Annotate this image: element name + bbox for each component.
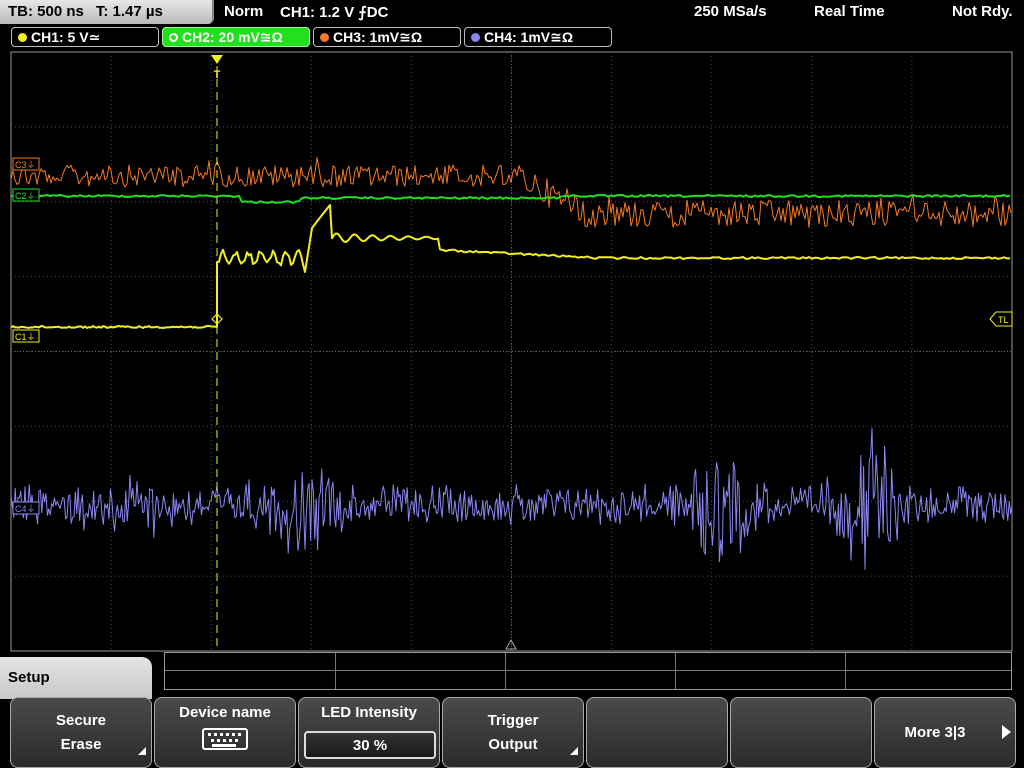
graticule [11,52,1012,651]
timebase-label: TB: 500 ns [8,3,84,20]
ch1-label: CH1: 5 V≃ [31,29,101,45]
led-intensity-button[interactable]: LED Intensity 30 % [298,697,440,768]
ch2-label: CH2: 20 mV≅Ω [182,29,283,45]
trigger-pos-label: T [214,69,221,81]
next-page-arrow-icon [1002,725,1011,739]
strip-cell-divider [675,653,676,689]
secure-erase-button[interactable]: Secure Erase [10,697,152,768]
ch2-color-dot [169,33,178,42]
ch3-label: CH3: 1mV≅Ω [333,29,423,45]
c4-marker-label: C4⏚ [15,504,36,514]
trigger-state: Not Rdy. [952,3,1013,20]
c3-marker-label: C3⏚ [15,160,36,170]
trigger-level-marker[interactable]: TL [989,311,1013,327]
device-name-button[interactable]: Device name [154,697,296,768]
ch2-trace [10,194,1011,204]
c4-ground-marker[interactable]: C4⏚ [12,501,40,515]
c1-marker-label: C1⏚ [15,332,36,342]
softkey-label-line2: Erase [60,736,102,753]
c1-ground-marker[interactable]: C1⏚ [12,329,40,343]
trigger-level-label: TL [998,315,1009,325]
ch1-trace [10,204,1010,329]
keyboard-icon [202,728,248,750]
empty-softkey-5[interactable] [586,697,728,768]
strip-divider [165,670,1011,671]
ch1-color-dot [18,33,27,42]
strip-cell-divider [335,653,336,689]
waveform-display[interactable]: T C3⏚ C2⏚ C1⏚ C4⏚ TL [0,48,1024,652]
trigger-arrow-icon [211,55,223,64]
c3-ground-marker[interactable]: C3⏚ [12,157,40,171]
acquisition-type: Real Time [814,3,885,20]
channel-tab-ch4[interactable]: CH4: 1mV≅Ω [464,27,612,47]
led-intensity-value: 30 % [352,737,388,754]
softkey-label-line2: Output [488,736,538,753]
trigger-time-label: T: 1.47 µs [95,3,163,20]
trigger-setting[interactable]: CH1: 1.2 V ⨍DC [280,3,388,21]
softkey-label: Device name [179,704,271,721]
acquisition-mode[interactable]: Norm [224,3,263,20]
softkey-label: Secure [55,712,107,729]
sample-rate: 250 MSa/s [694,3,767,20]
channel-tab-ch3[interactable]: CH3: 1mV≅Ω [313,27,461,47]
ch3-color-dot [320,33,329,42]
empty-softkey-6[interactable] [730,697,872,768]
softkey-label: Trigger [487,712,539,729]
more-button[interactable]: More 3|3 [874,697,1016,768]
c2-marker-label: C2⏚ [15,191,36,201]
timebase-box[interactable]: TB: 500 ns T: 1.47 µs [0,0,214,24]
softkey-label: LED Intensity [321,704,417,721]
menu-title-tab: Setup [0,657,152,699]
softkey-label: More 3|3 [904,724,966,741]
trigger-output-button[interactable]: Trigger Output [442,697,584,768]
submenu-arrow-icon [570,747,578,755]
submenu-arrow-icon [138,747,146,755]
strip-cell-divider [845,653,846,689]
menu-title: Setup [8,669,50,686]
c2-ground-marker[interactable]: C2⏚ [12,188,40,202]
strip-cell-divider [505,653,506,689]
led-intensity-value-field[interactable]: 30 % [304,731,436,759]
ch4-label: CH4: 1mV≅Ω [484,29,574,45]
channel-tab-ch2[interactable]: CH2: 20 mV≅Ω [162,27,310,47]
info-strip [164,652,1012,690]
ch4-color-dot [471,33,480,42]
channel-tab-ch1[interactable]: CH1: 5 V≃ [11,27,159,47]
status-bar: TB: 500 ns T: 1.47 µs Norm CH1: 1.2 V ⨍DC… [0,0,1024,24]
